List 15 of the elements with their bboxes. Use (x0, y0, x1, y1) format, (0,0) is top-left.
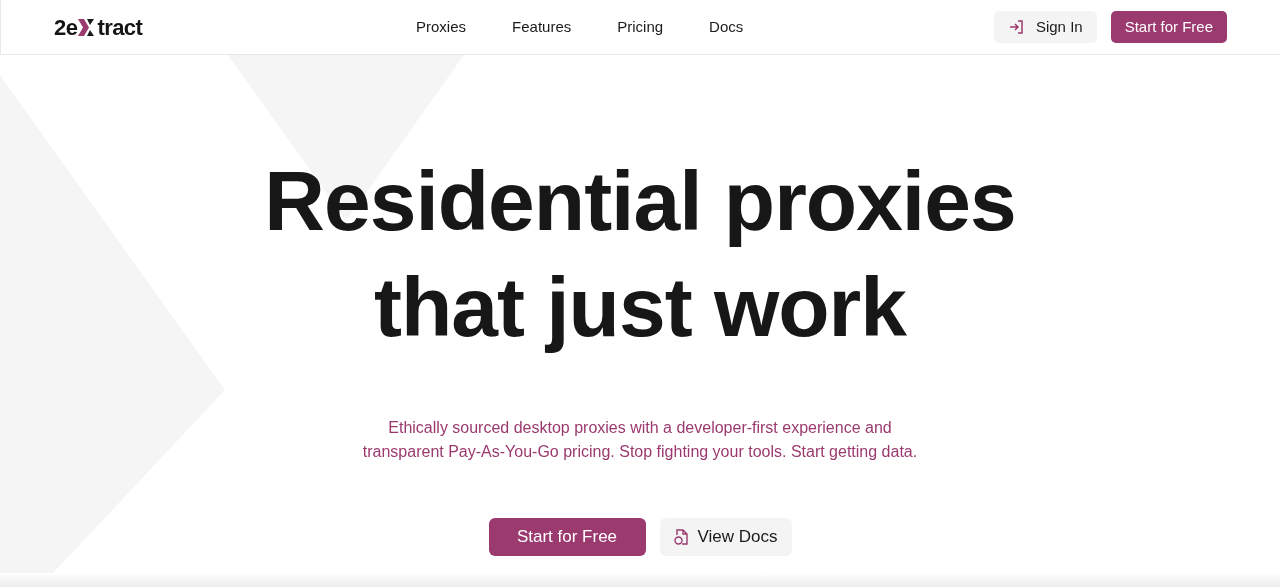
sign-in-icon (1007, 19, 1024, 35)
start-button[interactable]: Start for Free (488, 518, 646, 556)
document-icon (673, 529, 688, 545)
hero-subtitle: Ethically sourced desktop proxies with a developer-first experience and transparent Pay-As-You-Go pricing. Stop fighting your tools. Start getting data. (362, 418, 918, 462)
sign-in-button[interactable]: Sign In (993, 11, 1097, 43)
docs-button[interactable]: View Docs (659, 518, 792, 556)
nav-link[interactable]: Docs (709, 15, 744, 39)
logo-text: 2e (54, 13, 78, 42)
start-button[interactable]: Start for Free (1110, 11, 1227, 43)
nav-link[interactable]: Pricing (617, 15, 664, 39)
nav-link[interactable]: Proxies (416, 15, 467, 39)
hero-heading: Residential proxies that just work (264, 153, 1016, 356)
logo-text: tract (97, 13, 143, 42)
logo-x-icon (78, 18, 97, 36)
nav-link[interactable]: Features (512, 15, 572, 39)
